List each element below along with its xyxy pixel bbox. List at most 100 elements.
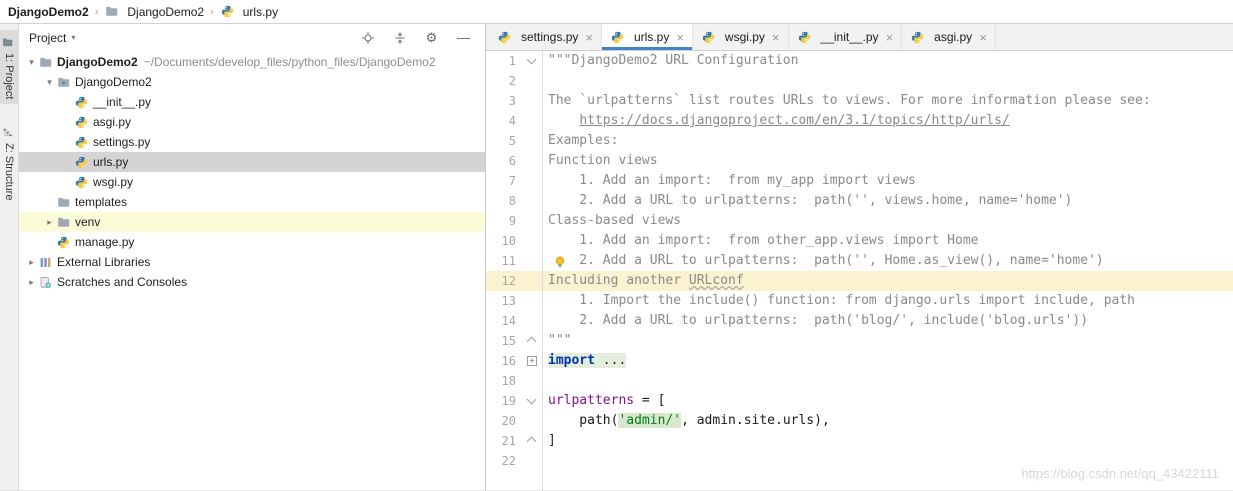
line-number: 13 (486, 291, 516, 311)
code-segment: The `urlpatterns` list routes URLs to vi… (548, 93, 1151, 108)
tree-item-label: __init__.py (93, 95, 151, 109)
tree-item-djangodemo2[interactable]: ▾DjangoDemo2 (19, 72, 485, 92)
editor-line-22[interactable]: 22 (486, 451, 1233, 471)
editor-line-15[interactable]: 15""" (486, 331, 1233, 351)
tool-window-stripe: 1: Project Z: Structure (0, 24, 19, 491)
editor-line-13[interactable]: 13 1. Import the include() function: fro… (486, 291, 1233, 311)
fold-column[interactable] (516, 331, 541, 351)
code-segment: , admin.site.urls), (681, 413, 830, 428)
tree-item-wsgi-py[interactable]: wsgi.py (19, 172, 485, 192)
editor-line-21[interactable]: 21] (486, 431, 1233, 451)
tree-item-scratches-and-consoles[interactable]: ▸Scratches and Consoles (19, 272, 485, 292)
code-text: https://docs.djangoproject.com/en/3.1/to… (541, 111, 1233, 131)
fold-column[interactable] (516, 391, 541, 411)
fold-column[interactable] (516, 51, 541, 71)
pycharm-window: DjangoDemo2›DjangoDemo2›urls.py 1: Proje… (0, 0, 1233, 491)
editor-line-1[interactable]: 1"""DjangoDemo2 URL Configuration (486, 51, 1233, 71)
editor-tab-urls-py[interactable]: urls.py× (602, 24, 693, 50)
editor-line-14[interactable]: 14 2. Add a URL to urlpatterns: path('bl… (486, 311, 1233, 331)
editor-line-6[interactable]: 6Function views (486, 151, 1233, 171)
tree-item-label: manage.py (75, 235, 134, 249)
tree-item-external-libraries[interactable]: ▸External Libraries (19, 252, 485, 272)
code-text: The `urlpatterns` list routes URLs to vi… (541, 91, 1233, 111)
settings-gear-button[interactable]: ⚙ (424, 31, 443, 45)
editor-line-19[interactable]: 19urlpatterns = [ (486, 391, 1233, 411)
code-text: Examples: (541, 131, 1233, 151)
code-segment: ] (548, 433, 556, 448)
editor-tab-wsgi-py[interactable]: wsgi.py× (693, 24, 789, 50)
fold-column[interactable] (516, 431, 541, 451)
code-segment: 2. Add a URL to urlpatterns: path('blog/… (548, 313, 1088, 328)
editor-line-4[interactable]: 4 https://docs.djangoproject.com/en/3.1/… (486, 111, 1233, 131)
close-tab-icon[interactable]: × (772, 31, 780, 44)
breadcrumb-item-djangodemo2[interactable]: DjangoDemo2 (8, 5, 89, 19)
editor-tab-init-py[interactable]: __init__.py× (789, 24, 903, 50)
tree-item-label: settings.py (93, 135, 150, 149)
project-panel: Project ▾ ⚙ — ▾DjangoDemo2~/Documents/dev… (19, 24, 486, 491)
editor-line-5[interactable]: 5Examples: (486, 131, 1233, 151)
tool-window-button-1-project[interactable]: 1: Project (0, 30, 20, 104)
tree-item-label: venv (75, 215, 100, 229)
fold-start-icon[interactable] (527, 395, 537, 405)
editor-line-16[interactable]: 16+import ... (486, 351, 1233, 371)
close-tab-icon[interactable]: × (979, 31, 987, 44)
chevron-down-icon[interactable]: ▾ (43, 77, 56, 88)
folder-icon (104, 5, 119, 19)
breadcrumb-item-djangodemo2[interactable]: DjangoDemo2 (104, 5, 204, 19)
code-segment: Class-based views (548, 213, 681, 228)
tree-item-settings-py[interactable]: settings.py (19, 132, 485, 152)
tree-item-label: wsgi.py (93, 175, 133, 189)
fold-column (516, 371, 541, 391)
tool-window-button-z-structure[interactable]: Z: Structure (0, 120, 20, 205)
line-number: 3 (486, 91, 516, 111)
fold-end-icon[interactable] (527, 337, 537, 347)
fold-end-icon[interactable] (527, 437, 537, 447)
fold-column[interactable]: + (516, 351, 541, 371)
fold-start-icon[interactable] (527, 55, 537, 65)
breadcrumb-label: DjangoDemo2 (8, 5, 89, 19)
line-number: 10 (486, 231, 516, 251)
package-folder-icon (56, 75, 71, 89)
code-segment: urlpatterns (548, 393, 634, 408)
editor-tab-settings-py[interactable]: settings.py× (489, 24, 602, 50)
line-number: 4 (486, 111, 516, 131)
tree-item-venv[interactable]: ▸ venv (19, 212, 485, 232)
close-tab-icon[interactable]: × (585, 31, 593, 44)
close-tab-icon[interactable]: × (886, 31, 894, 44)
code-text: import ... (541, 351, 1233, 371)
main-area: 1: Project Z: Structure Project ▾ ⚙ — ▾Dja… (0, 24, 1233, 491)
chevron-right-icon[interactable]: ▸ (25, 257, 38, 268)
editor-line-20[interactable]: 20 path('admin/', admin.site.urls), (486, 411, 1233, 431)
tree-item-djangodemo2[interactable]: ▾DjangoDemo2~/Documents/develop_files/py… (19, 52, 485, 72)
editor-tab-asgi-py[interactable]: asgi.py× (902, 24, 996, 50)
python-file-icon (610, 30, 625, 44)
editor[interactable]: 1"""DjangoDemo2 URL Configuration23 The `… (486, 51, 1233, 491)
editor-line-3[interactable]: 3 The `urlpatterns` list routes URLs to v… (486, 91, 1233, 111)
tree-item-templates[interactable]: templates (19, 192, 485, 212)
project-panel-title-dropdown[interactable]: Project ▾ (29, 31, 75, 45)
code-segment: """DjangoDemo2 URL Configuration (548, 53, 798, 68)
breadcrumb-item-urls-py[interactable]: urls.py (220, 5, 278, 19)
editor-line-7[interactable]: 7 1. Add an import: from my_app import v… (486, 171, 1233, 191)
chevron-right-icon[interactable]: ▸ (25, 277, 38, 288)
fold-plus-icon[interactable]: + (527, 356, 537, 366)
editor-line-18[interactable]: 18 (486, 371, 1233, 391)
hide-button[interactable]: — (456, 31, 475, 45)
tree-item-manage-py[interactable]: manage.py (19, 232, 485, 252)
collapse-all-button[interactable] (392, 31, 411, 45)
editor-line-11[interactable]: 11 2. Add a URL to urlpatterns: path('',… (486, 251, 1233, 271)
tree-item-urls-py[interactable]: urls.py (19, 152, 485, 172)
editor-line-10[interactable]: 10 1. Add an import: from other_app.view… (486, 231, 1233, 251)
editor-line-12[interactable]: 12Including another URLconf (486, 271, 1233, 291)
editor-line-2[interactable]: 2 (486, 71, 1233, 91)
locate-button[interactable] (360, 31, 379, 45)
tree-item-init-py[interactable]: __init__.py (19, 92, 485, 112)
tree-item-asgi-py[interactable]: asgi.py (19, 112, 485, 132)
chevron-right-icon[interactable]: ▸ (43, 217, 56, 228)
python-file-icon (220, 5, 235, 19)
editor-line-9[interactable]: 9Class-based views (486, 211, 1233, 231)
editor-line-8[interactable]: 8 2. Add a URL to urlpatterns: path('', … (486, 191, 1233, 211)
intention-bulb-icon[interactable] (554, 255, 566, 267)
chevron-down-icon[interactable]: ▾ (25, 57, 38, 68)
close-tab-icon[interactable]: × (676, 31, 684, 44)
